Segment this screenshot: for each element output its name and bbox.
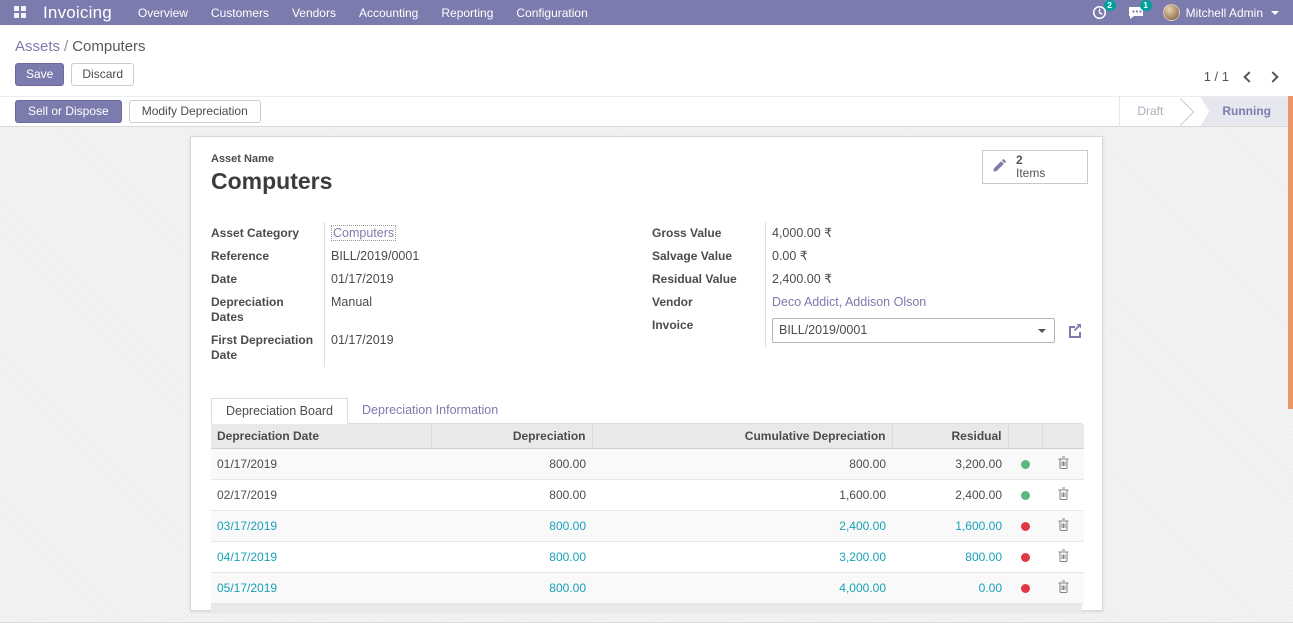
menu-reporting[interactable]: Reporting [441, 6, 493, 20]
table-footer-strip [211, 604, 1082, 613]
external-link-icon[interactable] [1067, 323, 1082, 338]
field-invoice: Invoice BILL/2019/0001 [652, 314, 1082, 347]
status-draft[interactable]: Draft [1120, 97, 1180, 126]
invoice-value: BILL/2019/0001 [779, 323, 867, 338]
breadcrumb-separator: / [64, 38, 68, 55]
header-depreciation[interactable]: Depreciation [431, 424, 592, 448]
pager: 1 / 1 [1204, 69, 1277, 84]
page-footer [0, 622, 1293, 644]
fields-left-column: Asset Category Computers Reference BILL/… [211, 222, 640, 367]
breadcrumb-assets-link[interactable]: Assets [15, 38, 60, 55]
menu-configuration[interactable]: Configuration [516, 6, 587, 20]
field-salvage-value: Salvage Value 0.00 ₹ [652, 245, 1082, 268]
asset-form-sheet: Asset Name Computers 2 Items Asset Categ… [190, 136, 1103, 611]
field-gross-value: Gross Value 4,000.00 ₹ [652, 222, 1082, 245]
items-label: Items [1016, 166, 1045, 180]
messages-badge: 1 [1140, 0, 1152, 11]
field-date: Date 01/17/2019 [211, 268, 640, 291]
notebook-tabs: Depreciation Board Depreciation Informat… [211, 398, 1082, 424]
fields-right-column: Gross Value 4,000.00 ₹ Salvage Value 0.0… [652, 222, 1082, 367]
pager-next-icon[interactable] [1267, 71, 1278, 82]
delete-row-icon[interactable] [1058, 580, 1069, 593]
posted-status-dot [1021, 491, 1030, 500]
save-button[interactable]: Save [15, 63, 64, 86]
tab-depreciation-information[interactable]: Depreciation Information [348, 398, 512, 423]
reference-value[interactable]: BILL/2019/0001 [324, 245, 640, 268]
items-stat-button[interactable]: 2 Items [982, 150, 1088, 184]
unposted-status-dot [1021, 522, 1030, 531]
page-title[interactable]: Computers [211, 168, 1082, 195]
form-view: Asset Name Computers 2 Items Asset Categ… [0, 127, 1293, 622]
table-row[interactable]: 01/17/2019 800.00 800.00 3,200.00 [211, 448, 1084, 479]
header-depreciation-date[interactable]: Depreciation Date [211, 424, 431, 448]
menu-accounting[interactable]: Accounting [359, 6, 418, 20]
vendor-link[interactable]: Deco Addict, Addison Olson [772, 295, 926, 309]
breadcrumb: Assets/Computers [0, 25, 1293, 55]
pencil-icon [992, 158, 1007, 176]
apps-menu-icon[interactable] [14, 6, 27, 19]
date-value[interactable]: 01/17/2019 [324, 268, 640, 291]
menu-vendors[interactable]: Vendors [292, 6, 336, 20]
depreciation-board-table: Depreciation Date Depreciation Cumulativ… [211, 424, 1084, 604]
status-running[interactable]: Running [1200, 97, 1288, 126]
activities-clock-icon[interactable]: 2 [1091, 4, 1109, 22]
field-reference: Reference BILL/2019/0001 [211, 245, 640, 268]
field-residual-value: Residual Value 2,400.00 ₹ [652, 268, 1082, 291]
table-row[interactable]: 04/17/2019 800.00 3,200.00 800.00 [211, 541, 1084, 572]
delete-row-icon[interactable] [1058, 518, 1069, 531]
header-cumulative-depreciation[interactable]: Cumulative Depreciation [592, 424, 892, 448]
depreciation-dates-value[interactable]: Manual [324, 291, 640, 329]
gross-value[interactable]: 4,000.00 ₹ [765, 222, 1082, 245]
messages-chat-icon[interactable]: 1 [1127, 4, 1145, 22]
control-panel: Assets/Computers Save Discard 1 / 1 [0, 25, 1293, 96]
header-actions [1042, 424, 1084, 448]
table-row[interactable]: 05/17/2019 800.00 4,000.00 0.00 [211, 572, 1084, 603]
field-asset-category: Asset Category Computers [211, 222, 640, 245]
activities-badge: 2 [1104, 0, 1116, 11]
discard-button[interactable]: Discard [71, 63, 134, 86]
statusbar: Sell or Dispose Modify Depreciation Draf… [0, 96, 1293, 127]
table-row[interactable]: 02/17/2019 800.00 1,600.00 2,400.00 [211, 479, 1084, 510]
items-count: 2 [1016, 153, 1023, 167]
field-vendor: Vendor Deco Addict, Addison Olson [652, 291, 1082, 314]
app-title[interactable]: Invoicing [43, 3, 112, 23]
header-residual[interactable]: Residual [892, 424, 1008, 448]
pager-value: 1 / 1 [1204, 69, 1229, 84]
field-depreciation-dates: Depreciation Dates Manual [211, 291, 640, 329]
status-arrow-icon [1180, 97, 1200, 126]
pager-previous-icon[interactable] [1243, 71, 1254, 82]
user-menu[interactable]: Mitchell Admin [1163, 4, 1279, 21]
chevron-down-icon [1271, 11, 1279, 15]
delete-row-icon[interactable] [1058, 549, 1069, 562]
delete-row-icon[interactable] [1058, 487, 1069, 500]
unposted-status-dot [1021, 553, 1030, 562]
modify-depreciation-button[interactable]: Modify Depreciation [129, 100, 261, 123]
dropdown-caret-icon [1038, 329, 1046, 333]
menu-overview[interactable]: Overview [138, 6, 188, 20]
main-menu: Overview Customers Vendors Accounting Re… [138, 6, 588, 20]
field-first-depreciation-date: First Depreciation Date 01/17/2019 [211, 329, 640, 367]
salvage-value[interactable]: 0.00 ₹ [765, 245, 1082, 268]
first-depreciation-date-value[interactable]: 01/17/2019 [324, 329, 640, 367]
asset-category-value[interactable]: Computers [331, 225, 396, 241]
breadcrumb-current: Computers [72, 38, 145, 55]
menu-customers[interactable]: Customers [211, 6, 269, 20]
header-status [1008, 424, 1042, 448]
sell-or-dispose-button[interactable]: Sell or Dispose [15, 100, 122, 123]
top-navbar: Invoicing Overview Customers Vendors Acc… [0, 0, 1293, 25]
right-edge-scroll-strip[interactable] [1288, 96, 1293, 409]
tab-depreciation-board[interactable]: Depreciation Board [211, 398, 348, 424]
delete-row-icon[interactable] [1058, 456, 1069, 469]
table-header-row: Depreciation Date Depreciation Cumulativ… [211, 424, 1084, 448]
avatar [1163, 4, 1180, 21]
posted-status-dot [1021, 460, 1030, 469]
residual-value[interactable]: 2,400.00 ₹ [765, 268, 1082, 291]
invoice-combobox[interactable]: BILL/2019/0001 [772, 318, 1055, 343]
user-name: Mitchell Admin [1186, 6, 1263, 20]
status-widget: Draft Running [1119, 97, 1288, 126]
asset-name-label: Asset Name [211, 153, 1082, 165]
unposted-status-dot [1021, 584, 1030, 593]
table-row[interactable]: 03/17/2019 800.00 2,400.00 1,600.00 [211, 510, 1084, 541]
